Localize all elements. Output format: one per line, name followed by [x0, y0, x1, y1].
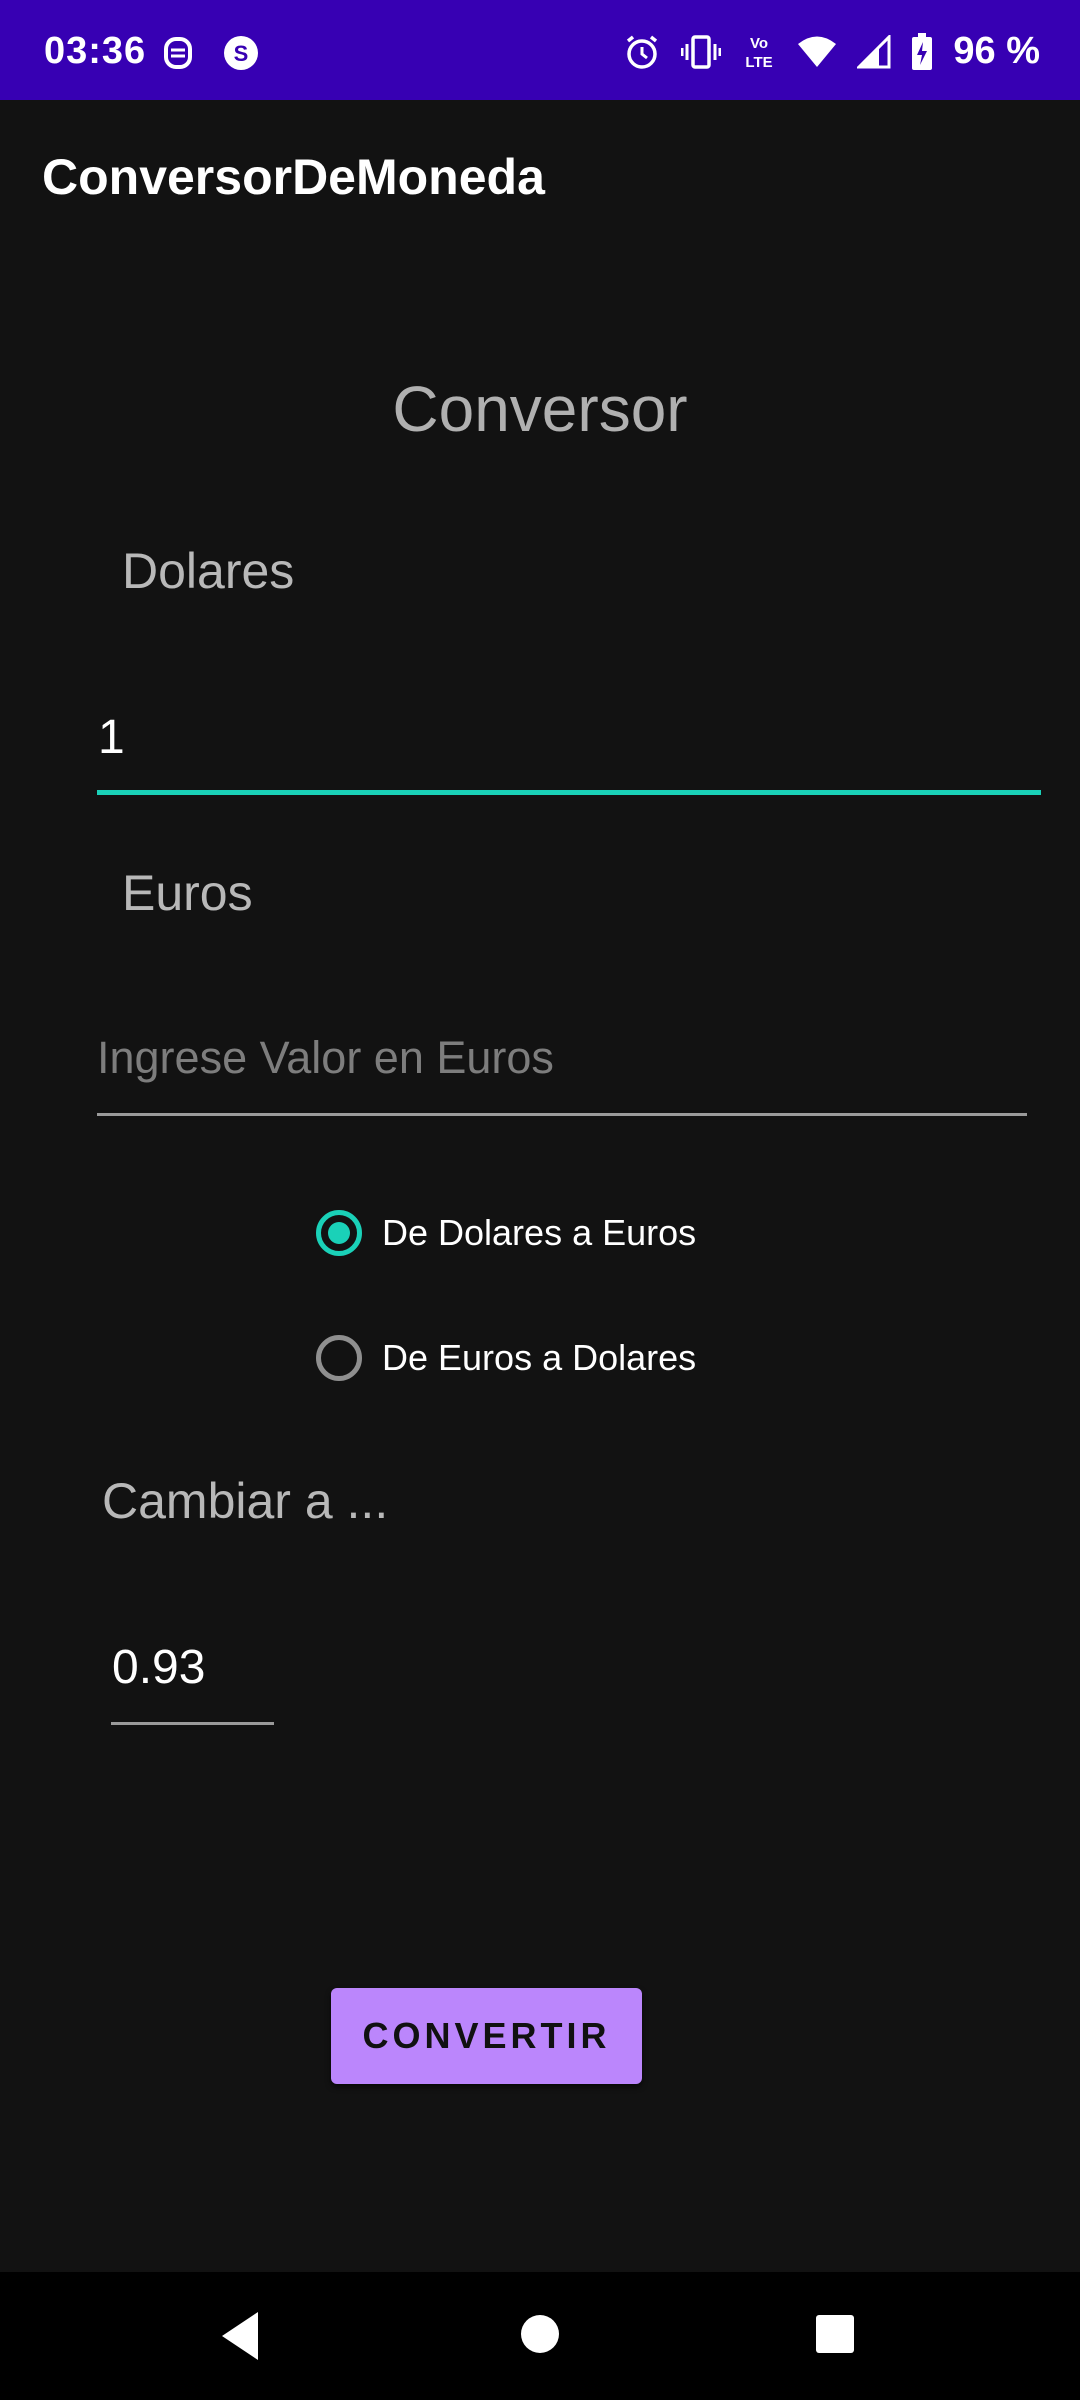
radio-checked-icon — [316, 1210, 362, 1256]
radio-label-dollars-to-euros: De Dolares a Euros — [382, 1212, 697, 1253]
dollars-input-underline — [97, 790, 1041, 795]
radio-euros-to-dollars[interactable]: De Euros a Dolares — [316, 1335, 696, 1381]
alarm-icon — [623, 33, 661, 71]
svg-text:S: S — [234, 41, 249, 66]
vibrate-icon — [681, 34, 722, 70]
status-bar: 03:36 S Vo LTE 96 % — [0, 0, 1080, 100]
navigation-bar — [0, 2272, 1080, 2400]
rate-input-underline — [111, 1722, 274, 1725]
screen: 03:36 S Vo LTE 96 % ConversorDeMoneda Co… — [0, 0, 1080, 2400]
svg-text:Vo: Vo — [750, 35, 768, 52]
radio-label-euros-to-dollars: De Euros a Dolares — [382, 1337, 697, 1378]
radio-dollars-to-euros[interactable]: De Dolares a Euros — [316, 1210, 696, 1256]
back-icon[interactable] — [216, 2308, 266, 2369]
status-left-icons: S — [162, 34, 260, 72]
dollars-label: Dolares — [122, 543, 295, 599]
recents-icon[interactable] — [813, 2312, 857, 2361]
euros-label: Euros — [122, 865, 253, 921]
status-time: 03:36 — [44, 30, 147, 72]
app-title: ConversorDeMoneda — [42, 149, 545, 205]
euros-input-underline — [97, 1113, 1027, 1116]
app-bar: ConversorDeMoneda — [0, 100, 1080, 254]
status-right-icons: Vo LTE 96 % — [623, 30, 1040, 73]
dollars-input[interactable]: 1 — [98, 710, 1038, 770]
page-heading: Conversor — [392, 373, 688, 445]
radio-unchecked-icon — [316, 1335, 362, 1381]
notification-app-icon — [162, 35, 194, 71]
home-icon[interactable] — [516, 2310, 564, 2363]
volte-icon: Vo LTE — [741, 33, 777, 71]
rate-input[interactable]: 0.93 — [112, 1640, 272, 1700]
euros-input[interactable]: Ingrese Valor en Euros — [97, 1032, 1027, 1092]
wifi-icon — [797, 35, 837, 69]
battery-charging-icon — [911, 32, 933, 71]
battery-percentage: 96 % — [953, 30, 1040, 72]
skype-icon: S — [222, 34, 260, 72]
rate-label: Cambiar a ... — [102, 1473, 389, 1529]
signal-icon — [857, 34, 891, 69]
convert-button[interactable]: CONVERTIR — [331, 1988, 642, 2084]
svg-text:LTE: LTE — [746, 54, 773, 71]
